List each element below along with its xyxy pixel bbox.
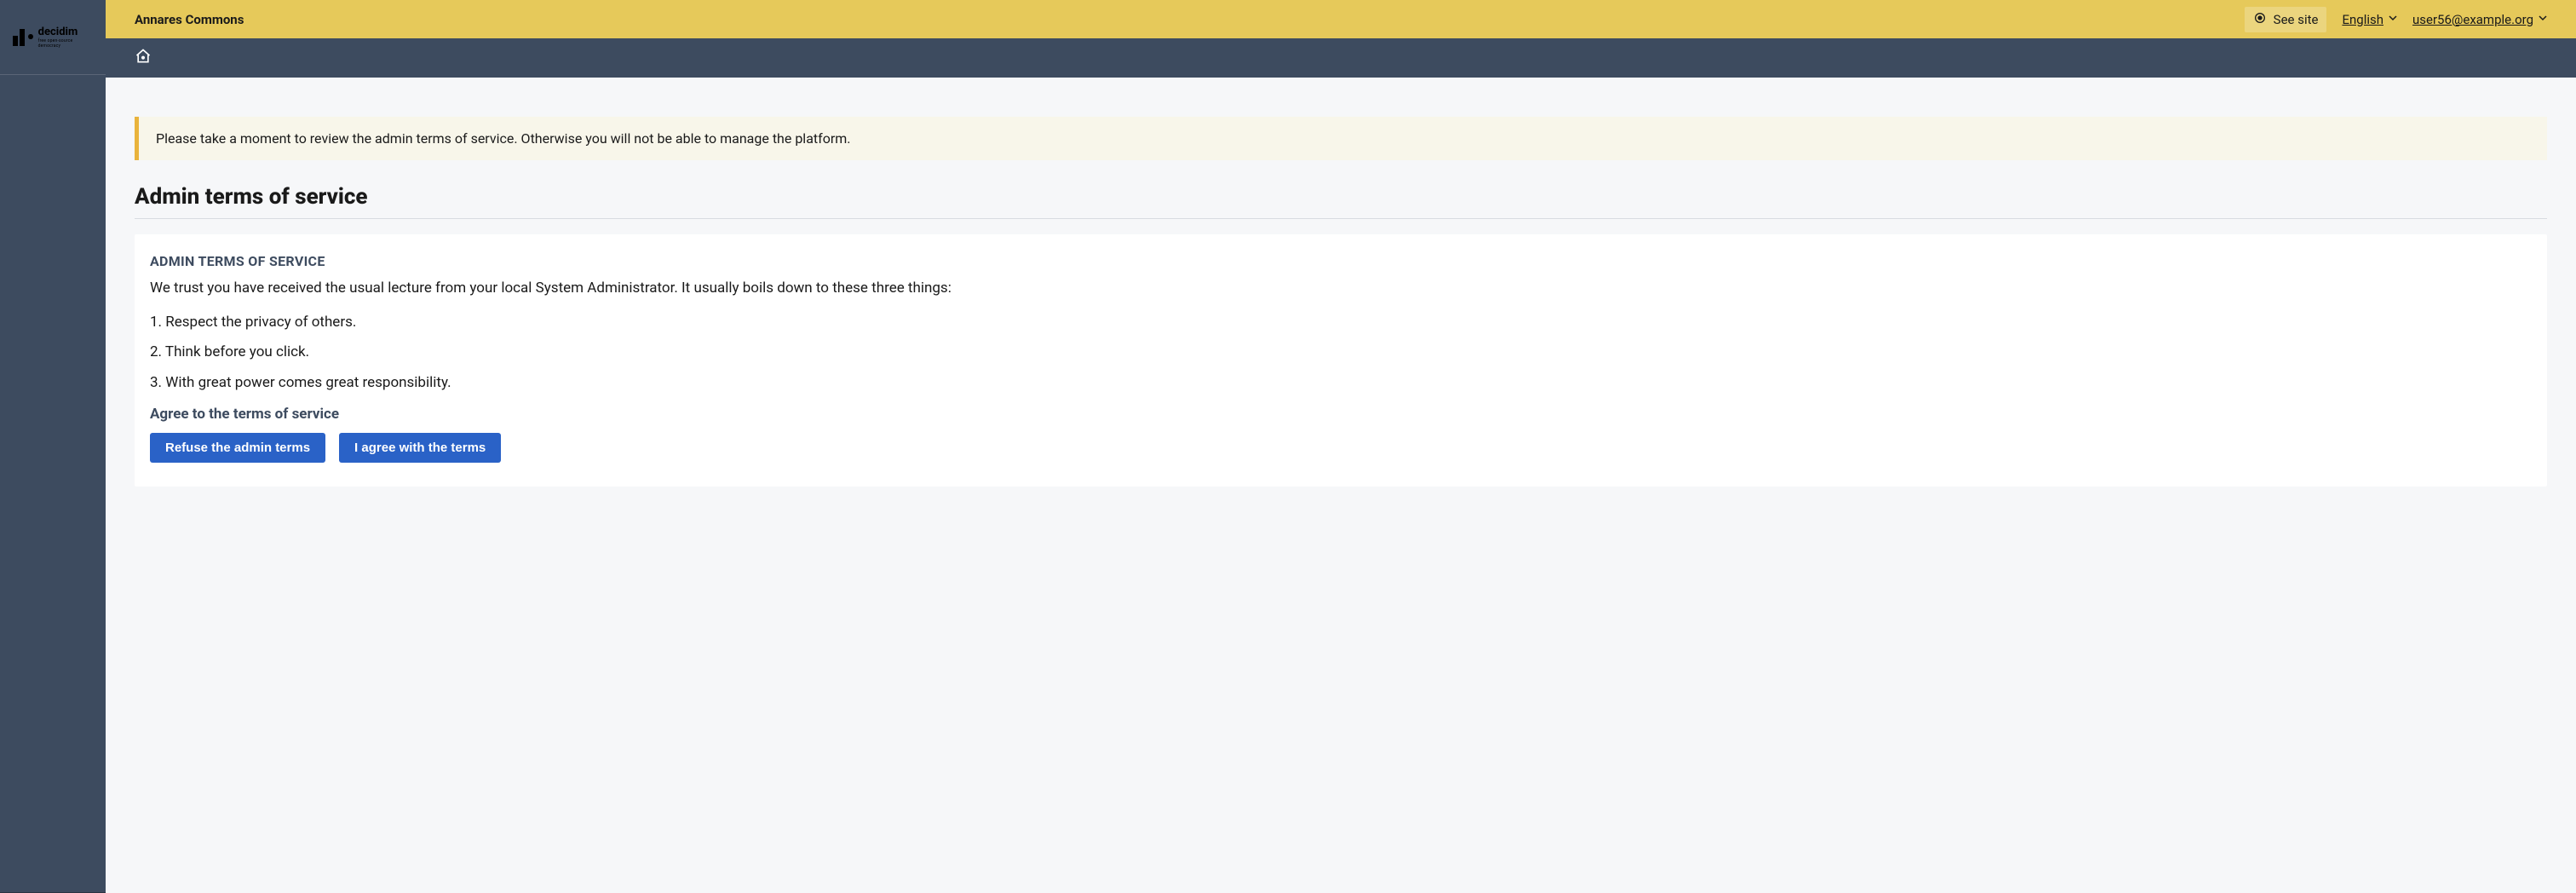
sidebar: decidim free open-source democracy [0,0,106,893]
list-item: 2. Think before you click. [150,342,2532,364]
see-site-label: See site [2274,12,2319,27]
logo-dot-icon [28,34,33,39]
divider [135,218,2547,219]
terms-list: 1. Respect the privacy of others. 2. Thi… [150,312,2532,395]
agree-heading: Agree to the terms of service [150,406,2532,423]
logo-bars-icon [13,29,25,46]
brand-tagline: free open-source democracy [38,38,93,49]
card-intro-text: We trust you have received the usual lec… [150,278,2532,300]
card-heading: ADMIN TERMS OF SERVICE [150,253,2532,269]
eye-icon [2253,11,2267,28]
topbar-right: See site English user56@example.org [2245,7,2547,32]
site-title: Annares Commons [135,12,244,27]
button-row: Refuse the admin terms I agree with the … [150,433,2532,463]
brand-text: decidim free open-source democracy [38,26,93,49]
language-label: English [2342,12,2383,27]
list-item: 1. Respect the privacy of others. [150,312,2532,334]
page-title: Admin terms of service [135,184,2547,210]
home-icon [135,48,152,68]
language-dropdown[interactable]: English [2342,12,2397,27]
topbar: Annares Commons See site English user56@ [106,0,2576,38]
content-area: Please take a moment to review the admin… [106,78,2576,526]
main-region: Annares Commons See site English user56@ [106,0,2576,893]
chevron-down-icon [2389,14,2397,25]
refuse-button[interactable]: Refuse the admin terms [150,433,325,463]
brand-name: decidim [38,26,93,38]
see-site-button[interactable]: See site [2245,7,2327,32]
secondary-nav [106,38,2576,78]
list-item: 3. With great power comes great responsi… [150,372,2532,395]
user-dropdown[interactable]: user56@example.org [2412,12,2547,27]
brand-logo[interactable]: decidim free open-source democracy [0,0,106,75]
alert-message: Please take a moment to review the admin… [156,130,851,147]
terms-card: ADMIN TERMS OF SERVICE We trust you have… [135,234,2547,487]
user-email-label: user56@example.org [2412,12,2533,27]
chevron-down-icon [2539,14,2547,25]
home-nav-link[interactable] [135,48,152,68]
warning-alert: Please take a moment to review the admin… [135,117,2547,160]
agree-button[interactable]: I agree with the terms [339,433,501,463]
